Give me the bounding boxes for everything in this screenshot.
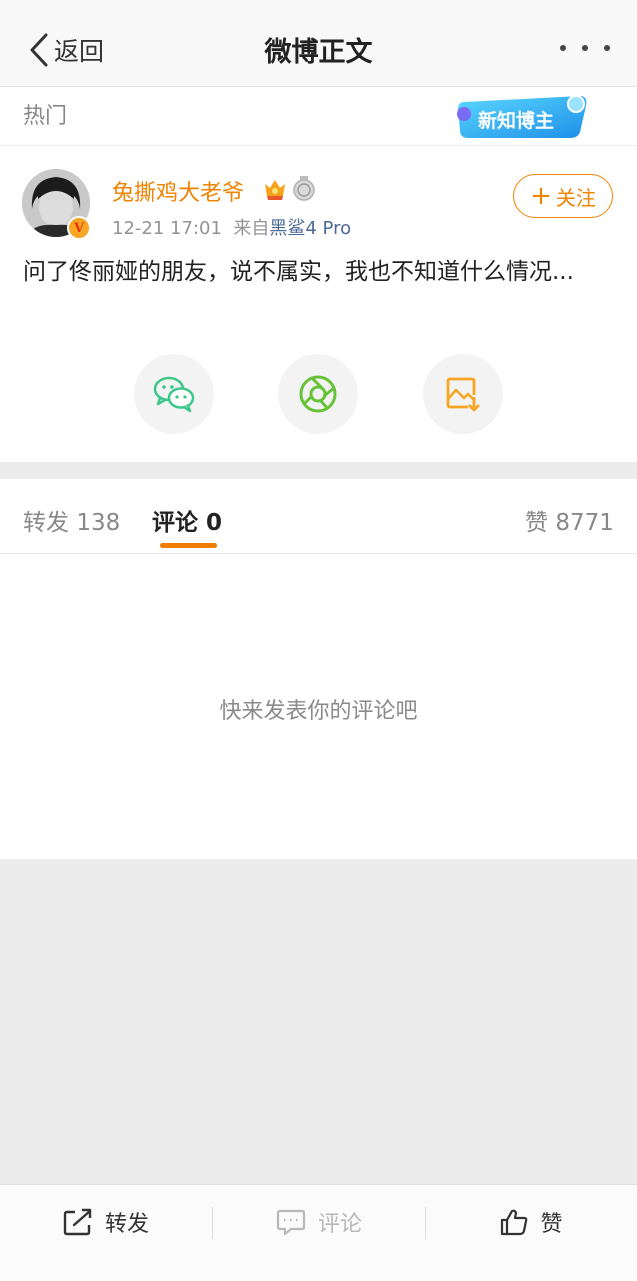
source-prefix: 来自: [233, 218, 270, 239]
moments-icon: [299, 375, 337, 413]
tab-comment[interactable]: 评论 0: [152, 503, 222, 537]
share-moments-button[interactable]: [278, 354, 358, 434]
hot-label: 热门: [23, 104, 68, 129]
more-options-button[interactable]: [560, 36, 610, 60]
device-link[interactable]: 黑鲨4 Pro: [269, 218, 351, 239]
new-blogger-badge-icon[interactable]: 新知博主: [456, 92, 590, 140]
wechat-icon: [153, 376, 195, 413]
badge-text: 新知博主: [478, 109, 554, 132]
tab-comment-count: 0: [206, 510, 223, 536]
more-dot-icon: [582, 45, 588, 51]
comment-label: 评论: [317, 1212, 362, 1237]
follow-label: 关注: [555, 185, 596, 210]
empty-comments-hint: 快来发表你的评论吧: [219, 699, 418, 724]
verified-badge-icon: V: [67, 216, 91, 240]
tab-like[interactable]: 赞 8771: [525, 503, 614, 537]
save-image-icon: [446, 377, 480, 412]
like-label: 赞: [540, 1212, 563, 1237]
back-label: 返回: [54, 37, 105, 66]
tab-repost[interactable]: 转发 138: [23, 503, 120, 537]
tab-like-label: 赞: [525, 510, 548, 536]
post-time: 12-21 17:01: [112, 218, 222, 239]
more-dot-icon: [560, 45, 566, 51]
repost-label: 转发: [104, 1212, 149, 1237]
more-dot-icon: [604, 45, 610, 51]
thumbs-up-icon: [501, 1209, 528, 1236]
tab-repost-count: 138: [76, 510, 121, 536]
like-button[interactable]: 赞: [426, 1184, 637, 1260]
medal-icon[interactable]: [292, 176, 316, 202]
username[interactable]: 兔撕鸡大老爷: [112, 175, 244, 207]
chevron-left-icon: [30, 33, 48, 67]
save-image-button[interactable]: [423, 354, 503, 434]
tab-comment-label: 评论: [152, 510, 198, 536]
repost-button[interactable]: 转发: [0, 1184, 212, 1260]
back-button[interactable]: 返回: [28, 28, 104, 72]
comment-button[interactable]: 评论: [213, 1184, 425, 1260]
plus-icon: +: [530, 181, 552, 211]
share-wechat-button[interactable]: [134, 354, 214, 434]
post-text: 问了佟丽娅的朋友，说不属实，我也不知道什么情况...: [23, 259, 574, 285]
tab-repost-label: 转发: [23, 510, 69, 536]
comment-icon: [276, 1209, 306, 1236]
active-tab-indicator: [160, 543, 217, 548]
vip-crown-icon[interactable]: [262, 176, 288, 202]
tab-like-count: 8771: [555, 510, 614, 536]
repost-icon: [63, 1208, 92, 1236]
follow-button[interactable]: + 关注: [513, 174, 613, 218]
post-meta: 12-21 17:01 来自黑鲨4 Pro: [112, 214, 351, 240]
